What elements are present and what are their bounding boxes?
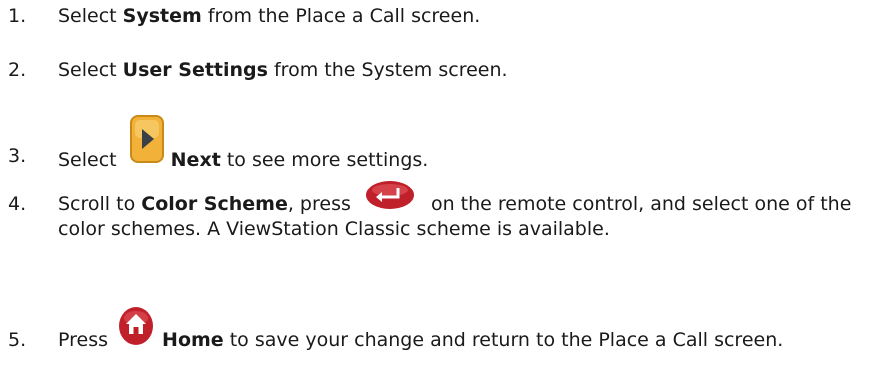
step-5: 5. Press Home to save your change and re… — [8, 307, 878, 353]
step-4: 4. Scroll to Color Scheme, press on the … — [8, 181, 878, 242]
step-text-post: to see more settings. — [220, 149, 429, 171]
step-3: 3. Select Next to see more settings. — [8, 115, 878, 173]
step-text: Select User Settings from the System scr… — [58, 58, 878, 83]
step-bold-term: Home — [162, 329, 224, 351]
step-bold-term: User Settings — [122, 59, 268, 81]
step-text-pre: Press — [58, 329, 115, 351]
step-number: 1. — [8, 5, 27, 27]
home-button-icon — [118, 304, 154, 346]
step-text: Select System from the Place a Call scre… — [58, 4, 878, 29]
step-text-post: from the Place a Call screen. — [201, 5, 481, 27]
step-number: 4. — [8, 193, 27, 215]
enter-return-button-icon — [365, 180, 415, 210]
step-text-pre: Scroll to — [58, 193, 142, 215]
step-text: Select Next to see more settings. — [58, 115, 878, 173]
step-1: 1. Select System from the Place a Call s… — [8, 4, 878, 29]
step-text-post: from the System screen. — [267, 59, 508, 81]
step-text: Scroll to Color Scheme, press on the rem… — [58, 181, 878, 242]
step-bold-term: Next — [170, 149, 221, 171]
next-arrow-icon — [129, 114, 165, 166]
step-bold-term: System — [122, 5, 202, 27]
step-text-pre: Select — [58, 59, 123, 81]
step-text-pre: Select — [58, 149, 123, 171]
step-text-post: to save your change and return to the Pl… — [223, 329, 784, 351]
step-number: 2. — [8, 59, 27, 81]
step-bold-term: Color Scheme — [141, 193, 288, 215]
step-text-mid: , press — [287, 193, 357, 215]
step-text-pre: Select — [58, 5, 123, 27]
step-text: Press Home to save your change and retur… — [58, 307, 878, 353]
step-2: 2. Select User Settings from the System … — [8, 58, 878, 83]
step-number: 3. — [8, 145, 27, 167]
step-number: 5. — [8, 329, 27, 351]
